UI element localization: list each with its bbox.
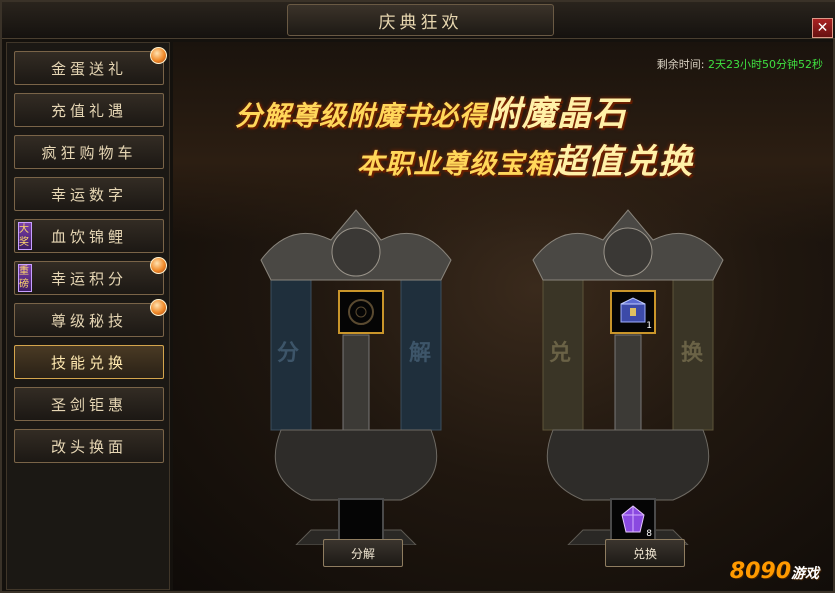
banner-char-right: 解: [409, 340, 432, 366]
item-quantity: 1: [646, 321, 652, 331]
headline-1: 分解尊级附魔书必得附魔晶石: [235, 86, 795, 135]
sidebar-item-label: 改头换面: [50, 437, 127, 456]
notification-dot-icon: [150, 257, 167, 274]
altar-frame-icon: [260, 209, 452, 545]
close-button[interactable]: ✕: [812, 18, 833, 38]
headline-2: 本职业尊级宝箱超值兑换: [357, 134, 797, 183]
treasure-box-slot[interactable]: 1: [610, 290, 656, 334]
sidebar-item-recharge[interactable]: 充值礼遇: [14, 93, 164, 127]
sidebar-item-label: 圣剑钜惠: [50, 395, 127, 414]
sidebar-item-label: 尊级秘技: [50, 311, 127, 330]
window-title: 庆典狂欢: [378, 12, 463, 33]
sidebar: 金蛋送礼 充值礼遇 疯狂购物车 幸运数字 大奖 血饮锦鲤 重磅 幸运积分 尊级秘…: [6, 42, 170, 590]
sidebar-item-label: 幸运数字: [50, 185, 127, 204]
exchange-button[interactable]: 兑换: [605, 539, 685, 567]
notification-dot-icon: [150, 47, 167, 64]
rune-circle-icon: [348, 299, 374, 325]
grand-prize-tag: 大奖: [18, 222, 33, 250]
enchant-book-slot[interactable]: [338, 290, 384, 334]
timer-value: 2天23小时50分钟52秒: [708, 58, 823, 71]
decompose-altar: 分 解: [251, 200, 461, 545]
sidebar-item-skill-exchange[interactable]: 技能兑换: [14, 345, 164, 379]
headline-1-highlight: 附魔晶石: [487, 94, 627, 134]
headline-2-highlight: 超值兑换: [553, 142, 693, 182]
timer-label: 剩余时间:: [656, 58, 705, 71]
sidebar-item-lucky-points[interactable]: 重磅 幸运积分: [14, 257, 167, 295]
decompose-button[interactable]: 分解: [323, 539, 403, 567]
banner-char-right: 换: [681, 340, 704, 366]
sidebar-item-shopping-cart[interactable]: 疯狂购物车: [14, 135, 164, 169]
sidebar-item-golden-egg[interactable]: 金蛋送礼: [14, 47, 167, 85]
countdown-timer: 剩余时间: 2天23小时50分钟52秒: [657, 56, 823, 72]
sidebar-item-label: 技能兑换: [50, 353, 127, 372]
headline-1-text: 分解尊级附魔书必得: [235, 101, 487, 132]
sidebar-item-koi[interactable]: 大奖 血饮锦鲤: [14, 219, 164, 253]
heavy-tag: 重磅: [18, 264, 33, 292]
sidebar-item-secret-skill[interactable]: 尊级秘技: [14, 299, 167, 337]
sidebar-item-holy-sword[interactable]: 圣剑钜惠: [14, 387, 164, 421]
altar-frame-icon: [532, 209, 724, 545]
sidebar-item-makeover[interactable]: 改头换面: [14, 429, 164, 463]
result-slot[interactable]: [338, 498, 384, 542]
sidebar-item-lucky-number[interactable]: 幸运数字: [14, 177, 164, 211]
watermark-text: 8090: [729, 559, 791, 584]
sidebar-item-label: 疯狂购物车: [41, 143, 137, 162]
site-watermark-logo: 8090游戏: [730, 559, 819, 584]
headline-2-text: 本职业尊级宝箱: [357, 149, 553, 180]
watermark-sub: 游戏: [791, 566, 819, 582]
exchange-altar: 兑 换 1 8: [523, 200, 733, 545]
notification-dot-icon: [150, 299, 167, 316]
crystal-slot[interactable]: 8: [610, 498, 656, 542]
sidebar-item-label: 幸运积分: [50, 269, 127, 288]
sidebar-item-label: 金蛋送礼: [50, 59, 127, 78]
game-window: 庆典狂欢 ✕ 金蛋送礼 充值礼遇 疯狂购物车 幸运数字 大奖 血饮锦鲤 重磅 幸…: [0, 0, 835, 593]
banner-char-left: 分: [277, 340, 300, 366]
item-quantity: 8: [646, 529, 652, 539]
banner-char-left: 兑: [549, 340, 572, 366]
sidebar-item-label: 血饮锦鲤: [50, 227, 127, 246]
sidebar-item-label: 充值礼遇: [50, 101, 127, 120]
main-panel: 剩余时间: 2天23小时50分钟52秒 分解尊级附魔书必得附魔晶石 本职业尊级宝…: [173, 42, 833, 590]
title-plate: 庆典狂欢: [287, 4, 554, 36]
title-bar: 庆典狂欢 ✕: [2, 2, 835, 39]
